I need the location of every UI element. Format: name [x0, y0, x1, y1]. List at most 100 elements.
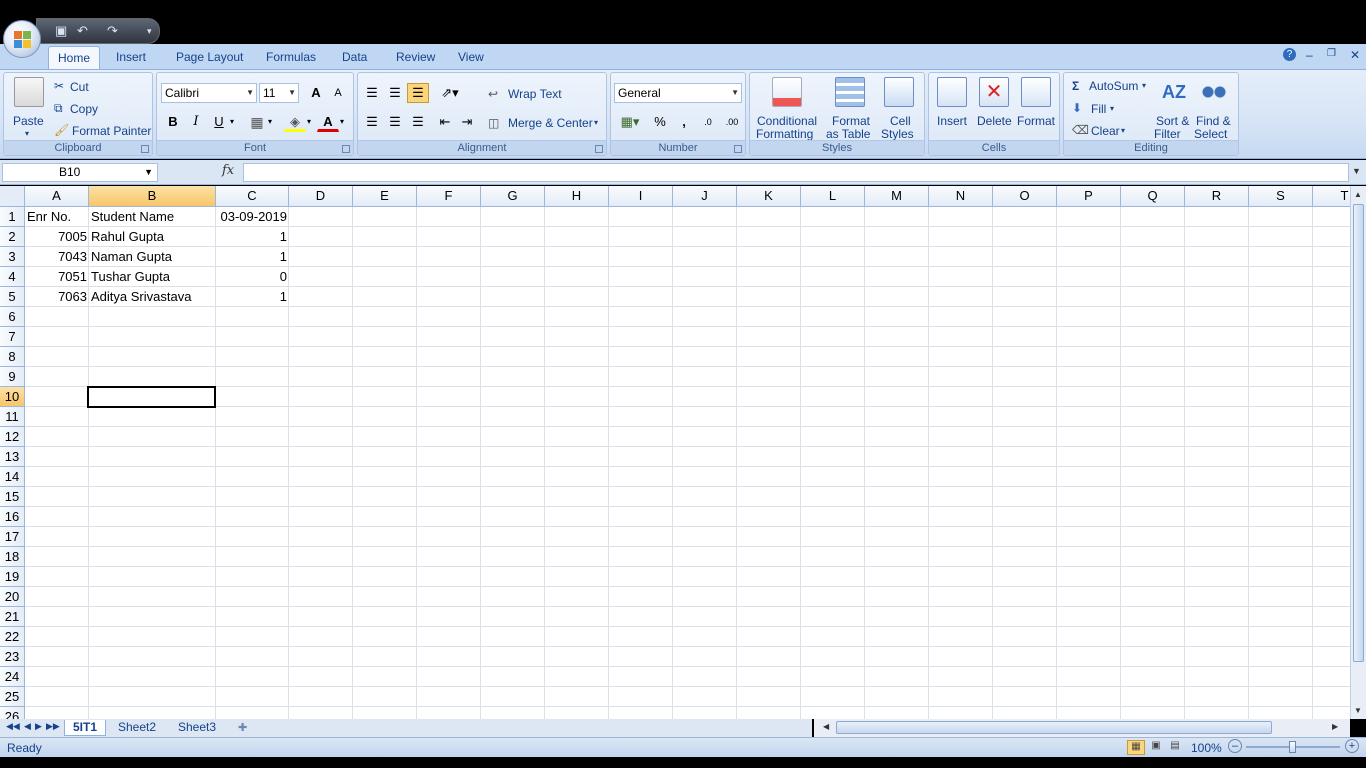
first-sheet-icon[interactable]: ◀◀	[6, 721, 20, 732]
last-sheet-icon[interactable]: ▶▶	[46, 721, 60, 732]
tab-formulas[interactable]: Formulas	[258, 46, 324, 70]
percent-button[interactable]: %	[649, 112, 671, 132]
row-header-5[interactable]: 5	[0, 287, 25, 307]
merge-center-button[interactable]: Merge & Center	[508, 116, 593, 130]
fill-dropdown-icon[interactable]: ▾	[1110, 102, 1114, 116]
fill-color-dropdown-icon[interactable]: ▾	[304, 112, 314, 132]
prev-sheet-icon[interactable]: ◀	[24, 721, 31, 732]
tab-page-layout[interactable]: Page Layout	[168, 46, 251, 70]
cell-b1[interactable]: Student Name	[89, 207, 216, 227]
column-header-t[interactable]: T	[1313, 186, 1350, 207]
format-cells-button[interactable]: Format	[1017, 114, 1055, 128]
clipboard-launcher-icon[interactable]	[141, 145, 149, 153]
column-header-p[interactable]: P	[1057, 186, 1121, 207]
font-name-select[interactable]: Calibri ▼	[161, 83, 257, 103]
delete-cells-button[interactable]: Delete	[977, 114, 1012, 128]
cell-a5[interactable]: 7063	[25, 287, 89, 307]
worksheet-grid[interactable]: A B C D E F G H I J K L M N O P Q R S T 1 2 3 4 5 6 7 8 9 10 11 12 13 14 1…	[0, 186, 1350, 719]
font-size-select[interactable]: 11 ▼	[259, 83, 299, 103]
row-header-12[interactable]: 12	[0, 427, 25, 447]
zoom-level[interactable]: 100%	[1191, 741, 1222, 755]
scroll-down-icon[interactable]: ▼	[1354, 706, 1362, 715]
column-header-m[interactable]: M	[865, 186, 929, 207]
save-icon[interactable]: ▣	[55, 24, 67, 38]
row-header-20[interactable]: 20	[0, 587, 25, 607]
cell-b5[interactable]: Aditya Srivastava	[89, 287, 216, 307]
office-button[interactable]	[3, 20, 41, 58]
find-select-label-2[interactable]: Select	[1194, 127, 1227, 141]
column-header-q[interactable]: Q	[1121, 186, 1185, 207]
find-select-label-1[interactable]: Find &	[1196, 114, 1231, 128]
cell-a2[interactable]: 7005	[25, 227, 89, 247]
format-cells-icon[interactable]	[1021, 77, 1051, 107]
number-format-select[interactable]: General ▼	[614, 83, 742, 103]
font-color-icon[interactable]: A	[317, 112, 339, 132]
alignment-launcher-icon[interactable]	[595, 145, 603, 153]
page-layout-view-icon[interactable]: ▣	[1147, 740, 1165, 755]
row-header-3[interactable]: 3	[0, 247, 25, 267]
zoom-slider-thumb[interactable]	[1289, 741, 1296, 753]
row-header-19[interactable]: 19	[0, 567, 25, 587]
redo-icon[interactable]: ↷	[107, 24, 118, 38]
cell-a4[interactable]: 7051	[25, 267, 89, 287]
sort-filter-icon[interactable]: AZ	[1159, 77, 1189, 107]
undo-icon[interactable]: ↶	[77, 24, 88, 38]
number-launcher-icon[interactable]	[734, 145, 742, 153]
cell-b3[interactable]: Naman Gupta	[89, 247, 216, 267]
column-header-i[interactable]: I	[609, 186, 673, 207]
cell-c3[interactable]: 1	[216, 247, 289, 267]
row-header-4[interactable]: 4	[0, 267, 25, 287]
insert-sheet-icon[interactable]: ✚	[238, 721, 247, 734]
expand-formula-bar-icon[interactable]: ▼	[1352, 166, 1361, 176]
sheet-tab-sheet2[interactable]: Sheet2	[110, 720, 164, 736]
row-header-8[interactable]: 8	[0, 347, 25, 367]
sheet-tab-5it1[interactable]: 5IT1	[64, 720, 107, 736]
column-header-j[interactable]: J	[673, 186, 737, 207]
column-header-b[interactable]: B	[89, 186, 216, 207]
row-header-25[interactable]: 25	[0, 687, 25, 707]
cell-c5[interactable]: 1	[216, 287, 289, 307]
comma-button[interactable]: ,	[673, 112, 695, 132]
restore-icon[interactable]: ❐	[1327, 48, 1336, 59]
format-painter-button[interactable]: Format Painter	[72, 124, 151, 138]
bold-button[interactable]: B	[162, 112, 184, 132]
align-right-icon[interactable]: ☰	[407, 112, 429, 132]
normal-view-icon[interactable]: ▦	[1127, 740, 1145, 755]
column-header-a[interactable]: A	[25, 186, 89, 207]
decrease-indent-icon[interactable]: ⇤	[434, 112, 456, 132]
column-header-c[interactable]: C	[216, 186, 289, 207]
format-as-table-label-2[interactable]: as Table	[826, 127, 870, 141]
autosum-dropdown-icon[interactable]: ▾	[1142, 79, 1146, 93]
sort-filter-label-1[interactable]: Sort &	[1156, 114, 1189, 128]
tab-data[interactable]: Data	[334, 46, 375, 70]
scroll-up-icon[interactable]: ▲	[1354, 190, 1362, 199]
grow-font-button[interactable]: A	[305, 83, 327, 103]
row-header-7[interactable]: 7	[0, 327, 25, 347]
conditional-formatting-label-2[interactable]: Formatting	[756, 127, 813, 141]
customize-icon[interactable]: ▾	[147, 24, 152, 38]
italic-button[interactable]: I	[185, 112, 207, 132]
paste-dropdown-icon[interactable]: ▾	[25, 127, 29, 141]
insert-function-button[interactable]: fx	[222, 163, 234, 178]
row-header-15[interactable]: 15	[0, 487, 25, 507]
column-header-g[interactable]: G	[481, 186, 545, 207]
decrease-decimal-button[interactable]: .00	[721, 112, 743, 132]
minimize-icon[interactable]: –	[1306, 48, 1313, 62]
autosum-button[interactable]: AutoSum	[1089, 79, 1138, 93]
cell-c1[interactable]: 03-09-2019	[216, 207, 289, 227]
clear-button[interactable]: Clear	[1091, 124, 1120, 138]
column-header-h[interactable]: H	[545, 186, 609, 207]
wrap-text-button[interactable]: Wrap Text	[508, 87, 562, 101]
cell-c4[interactable]: 0	[216, 267, 289, 287]
cell-c2[interactable]: 1	[216, 227, 289, 247]
align-middle-icon[interactable]: ☰	[384, 83, 406, 103]
scroll-right-icon[interactable]: ▶	[1332, 722, 1338, 731]
row-header-23[interactable]: 23	[0, 647, 25, 667]
row-header-16[interactable]: 16	[0, 507, 25, 527]
scroll-thumb[interactable]	[1353, 204, 1364, 662]
column-header-r[interactable]: R	[1185, 186, 1249, 207]
column-header-o[interactable]: O	[993, 186, 1057, 207]
shrink-font-button[interactable]: A	[327, 83, 349, 103]
sheet-tab-sheet3[interactable]: Sheet3	[170, 720, 224, 736]
row-header-24[interactable]: 24	[0, 667, 25, 687]
